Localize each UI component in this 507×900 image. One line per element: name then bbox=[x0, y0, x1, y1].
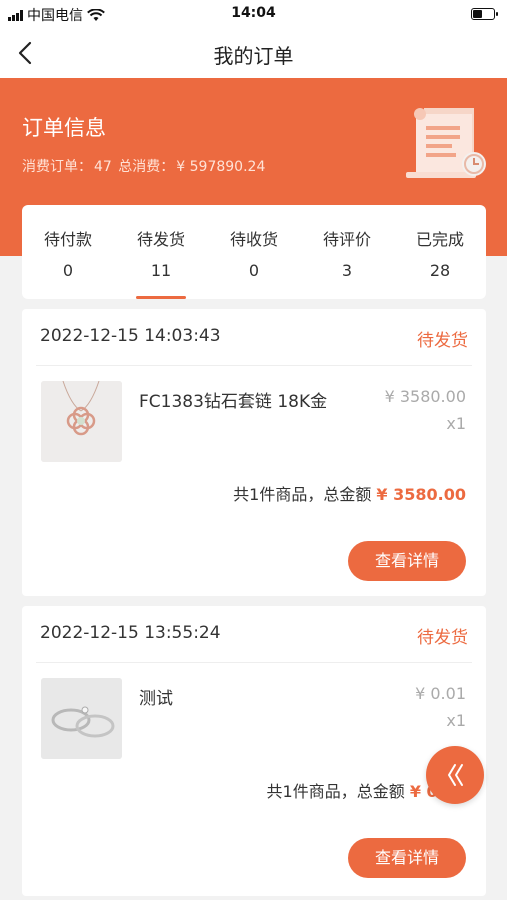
tab-pending-receipt[interactable]: 待收货 0 bbox=[208, 205, 300, 299]
status-bar: 中国电信 14:04 bbox=[0, 0, 507, 28]
tab-label: 待评价 bbox=[322, 230, 371, 249]
receipt-illustration bbox=[406, 108, 486, 178]
ring-image bbox=[41, 678, 122, 759]
tab-completed[interactable]: 已完成 28 bbox=[394, 205, 486, 299]
divider bbox=[36, 365, 472, 366]
product-image[interactable] bbox=[41, 381, 122, 462]
floating-collapse-button[interactable] bbox=[426, 746, 484, 804]
active-tab-indicator bbox=[136, 296, 186, 299]
banner-title: 订单信息 bbox=[22, 116, 106, 140]
total-label: 总消费： bbox=[118, 159, 175, 175]
tab-label: 待付款 bbox=[43, 230, 92, 249]
order-date: 2022-12-15 13:55:24 bbox=[40, 623, 221, 643]
product-price: ¥ 3580.00 bbox=[384, 387, 466, 406]
tab-label: 待发货 bbox=[136, 230, 185, 249]
double-chevron-left-icon bbox=[448, 764, 463, 786]
view-details-button[interactable]: 查看详情 bbox=[348, 838, 466, 878]
summary-text: 共1件商品，总金额 bbox=[233, 485, 372, 504]
product-name: FC1383钻石套链 18K金 bbox=[139, 392, 328, 412]
product-name: 测试 bbox=[139, 689, 173, 709]
order-count: 47 bbox=[94, 159, 112, 175]
battery-icon bbox=[471, 8, 498, 20]
view-details-button[interactable]: 查看详情 bbox=[348, 541, 466, 581]
order-date: 2022-12-15 14:03:43 bbox=[40, 326, 221, 346]
total-amount: ¥ 597890.24 bbox=[176, 159, 266, 175]
tab-count: 11 bbox=[150, 261, 172, 280]
tab-count: 0 bbox=[62, 261, 74, 280]
necklace-image bbox=[41, 381, 122, 462]
status-tabs: 待付款 0 待发货 11 待收货 0 待评价 3 已完成 28 bbox=[22, 205, 486, 299]
product-quantity: x1 bbox=[446, 711, 466, 730]
status-time: 14:04 bbox=[231, 5, 276, 21]
tab-count: 0 bbox=[248, 261, 260, 280]
tab-pending-payment[interactable]: 待付款 0 bbox=[22, 205, 114, 299]
tab-label: 已完成 bbox=[415, 230, 464, 249]
tab-pending-shipment[interactable]: 待发货 11 bbox=[115, 205, 207, 299]
summary-text: 共1件商品，总金额 bbox=[266, 782, 405, 801]
product-image[interactable] bbox=[41, 678, 122, 759]
order-summary: 共1件商品，总金额 ¥ 3580.00 bbox=[233, 481, 466, 505]
tab-pending-review[interactable]: 待评价 3 bbox=[301, 205, 393, 299]
nav-bar: 我的订单 bbox=[0, 28, 507, 78]
order-status: 待发货 bbox=[417, 628, 468, 648]
tab-count: 3 bbox=[341, 261, 353, 280]
tab-count: 28 bbox=[429, 261, 451, 280]
product-quantity: x1 bbox=[446, 414, 466, 433]
order-card: 2022-12-15 14:03:43 待发货 FC1383钻石套链 18K金 … bbox=[22, 309, 486, 596]
order-total: ¥ 3580.00 bbox=[376, 485, 466, 504]
product-price: ¥ 0.01 bbox=[415, 684, 466, 703]
page-title: 我的订单 bbox=[213, 44, 294, 68]
divider bbox=[36, 662, 472, 663]
tab-label: 待收货 bbox=[229, 230, 278, 249]
order-card: 2022-12-15 13:55:24 待发货 测试 ¥ 0.01 x1 共1件… bbox=[22, 606, 486, 896]
order-count-label: 消费订单： bbox=[22, 159, 92, 175]
banner-stats: 消费订单： 47 总消费： ¥ 597890.24 bbox=[22, 156, 267, 176]
order-status: 待发货 bbox=[417, 331, 468, 351]
